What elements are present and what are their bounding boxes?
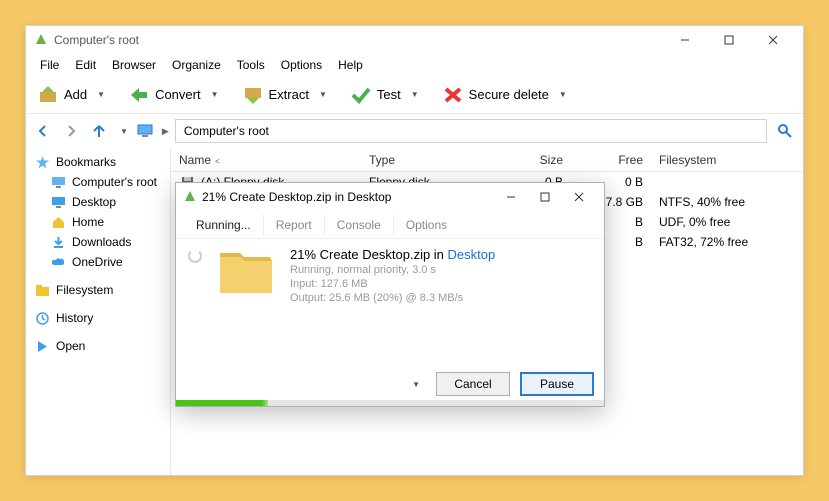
sort-caret-icon: < [215,157,220,166]
dialog-footer: ▼ Cancel Pause [412,372,594,396]
progress-dialog: 21% Create Desktop.zip in Desktop Runnin… [175,182,605,407]
desktop-icon [50,197,66,208]
spinner-icon [188,249,202,263]
col-size[interactable]: Size [471,153,571,167]
col-name[interactable]: Name< [171,153,361,167]
sidebar: Bookmarks Computer's root Desktop Home D… [26,148,171,475]
menu-bar: File Edit Browser Organize Tools Options… [26,54,803,76]
dialog-title-bar: 21% Create Desktop.zip in Desktop [176,183,604,211]
convert-button[interactable]: Convert ▼ [123,82,224,108]
dialog-maximize-button[interactable] [528,183,562,211]
chevron-down-icon[interactable]: ▼ [559,90,567,99]
title-bar: Computer's root [26,26,803,54]
sidebar-desktop[interactable]: Desktop [28,192,168,212]
menu-help[interactable]: Help [330,56,371,74]
chevron-down-icon[interactable]: ▼ [412,380,420,389]
progress-fill [176,400,262,406]
convert-label: Convert [155,87,201,102]
dialog-link[interactable]: Desktop [448,247,496,262]
toolbar: Add ▼ Convert ▼ Extract ▼ Test ▼ Secure dele… [26,76,803,114]
cloud-icon [50,257,66,267]
computer-icon [50,177,66,188]
computer-icon [134,120,156,142]
sidebar-bookmarks[interactable]: Bookmarks [28,152,168,172]
dialog-title: 21% Create Desktop.zip in Desktop [202,190,494,204]
clock-icon [34,312,50,325]
extract-label: Extract [269,87,309,102]
dialog-tabs: Running... Report Console Options [176,211,604,239]
add-button[interactable]: Add ▼ [32,82,111,108]
sidebar-root[interactable]: Computer's root [28,172,168,192]
chevron-down-icon[interactable]: ▼ [211,90,219,99]
folder-icon [34,285,50,296]
test-label: Test [377,87,401,102]
nav-back-button[interactable] [32,120,54,142]
close-button[interactable] [751,26,795,54]
search-button[interactable] [773,119,797,143]
chevron-down-icon[interactable]: ▼ [97,90,105,99]
menu-options[interactable]: Options [273,56,330,74]
chevron-down-icon[interactable]: ▼ [120,127,128,136]
download-icon [50,236,66,249]
add-label: Add [64,87,87,102]
app-icon [34,32,48,49]
menu-file[interactable]: File [32,56,67,74]
tab-running[interactable]: Running... [184,214,264,236]
extract-button[interactable]: Extract ▼ [237,82,333,108]
play-icon [34,341,50,352]
dialog-output: Output: 25.6 MB (20%) @ 8.3 MB/s [290,292,592,304]
col-type[interactable]: Type [361,153,471,167]
maximize-button[interactable] [707,26,751,54]
test-button[interactable]: Test ▼ [345,82,425,108]
dialog-content: 21% Create Desktop.zip in Desktop Runnin… [176,239,604,304]
dialog-status: Running, normal priority, 3.0 s [290,264,592,276]
secure-delete-label: Secure delete [469,87,549,102]
sidebar-filesystem[interactable]: Filesystem [28,280,168,300]
tab-report[interactable]: Report [264,214,325,236]
sidebar-onedrive[interactable]: OneDrive [28,252,168,272]
nav-bar: ▼ ▶ Computer's root [26,114,803,148]
minimize-button[interactable] [663,26,707,54]
table-header: Name< Type Size Free Filesystem [171,148,803,172]
dialog-input: Input: 127.6 MB [290,278,592,290]
window-title: Computer's root [54,33,663,47]
col-filesystem[interactable]: Filesystem [651,153,803,167]
nav-up-button[interactable] [88,120,110,142]
menu-browser[interactable]: Browser [104,56,164,74]
app-icon [184,190,196,205]
folder-large-icon [216,247,276,297]
star-icon [34,156,50,169]
chevron-down-icon[interactable]: ▼ [319,90,327,99]
sidebar-history[interactable]: History [28,308,168,328]
menu-organize[interactable]: Organize [164,56,229,74]
menu-tools[interactable]: Tools [229,56,273,74]
pause-button[interactable]: Pause [520,372,594,396]
sidebar-downloads[interactable]: Downloads [28,232,168,252]
breadcrumb-text: Computer's root [184,124,269,138]
nav-forward-button[interactable] [60,120,82,142]
tab-options[interactable]: Options [394,214,459,236]
secure-delete-button[interactable]: Secure delete ▼ [437,82,573,108]
breadcrumb[interactable]: Computer's root [175,119,767,143]
dialog-close-button[interactable] [562,183,596,211]
tab-console[interactable]: Console [325,214,394,236]
breadcrumb-caret: ▶ [162,126,169,137]
progress-bar [176,400,604,406]
col-free[interactable]: Free [571,153,651,167]
chevron-down-icon[interactable]: ▼ [411,90,419,99]
menu-edit[interactable]: Edit [67,56,104,74]
home-icon [50,216,66,229]
sidebar-open[interactable]: Open [28,336,168,356]
sidebar-home[interactable]: Home [28,212,168,232]
dialog-minimize-button[interactable] [494,183,528,211]
cancel-button[interactable]: Cancel [436,372,510,396]
dialog-heading: 21% Create Desktop.zip in Desktop [290,247,592,262]
